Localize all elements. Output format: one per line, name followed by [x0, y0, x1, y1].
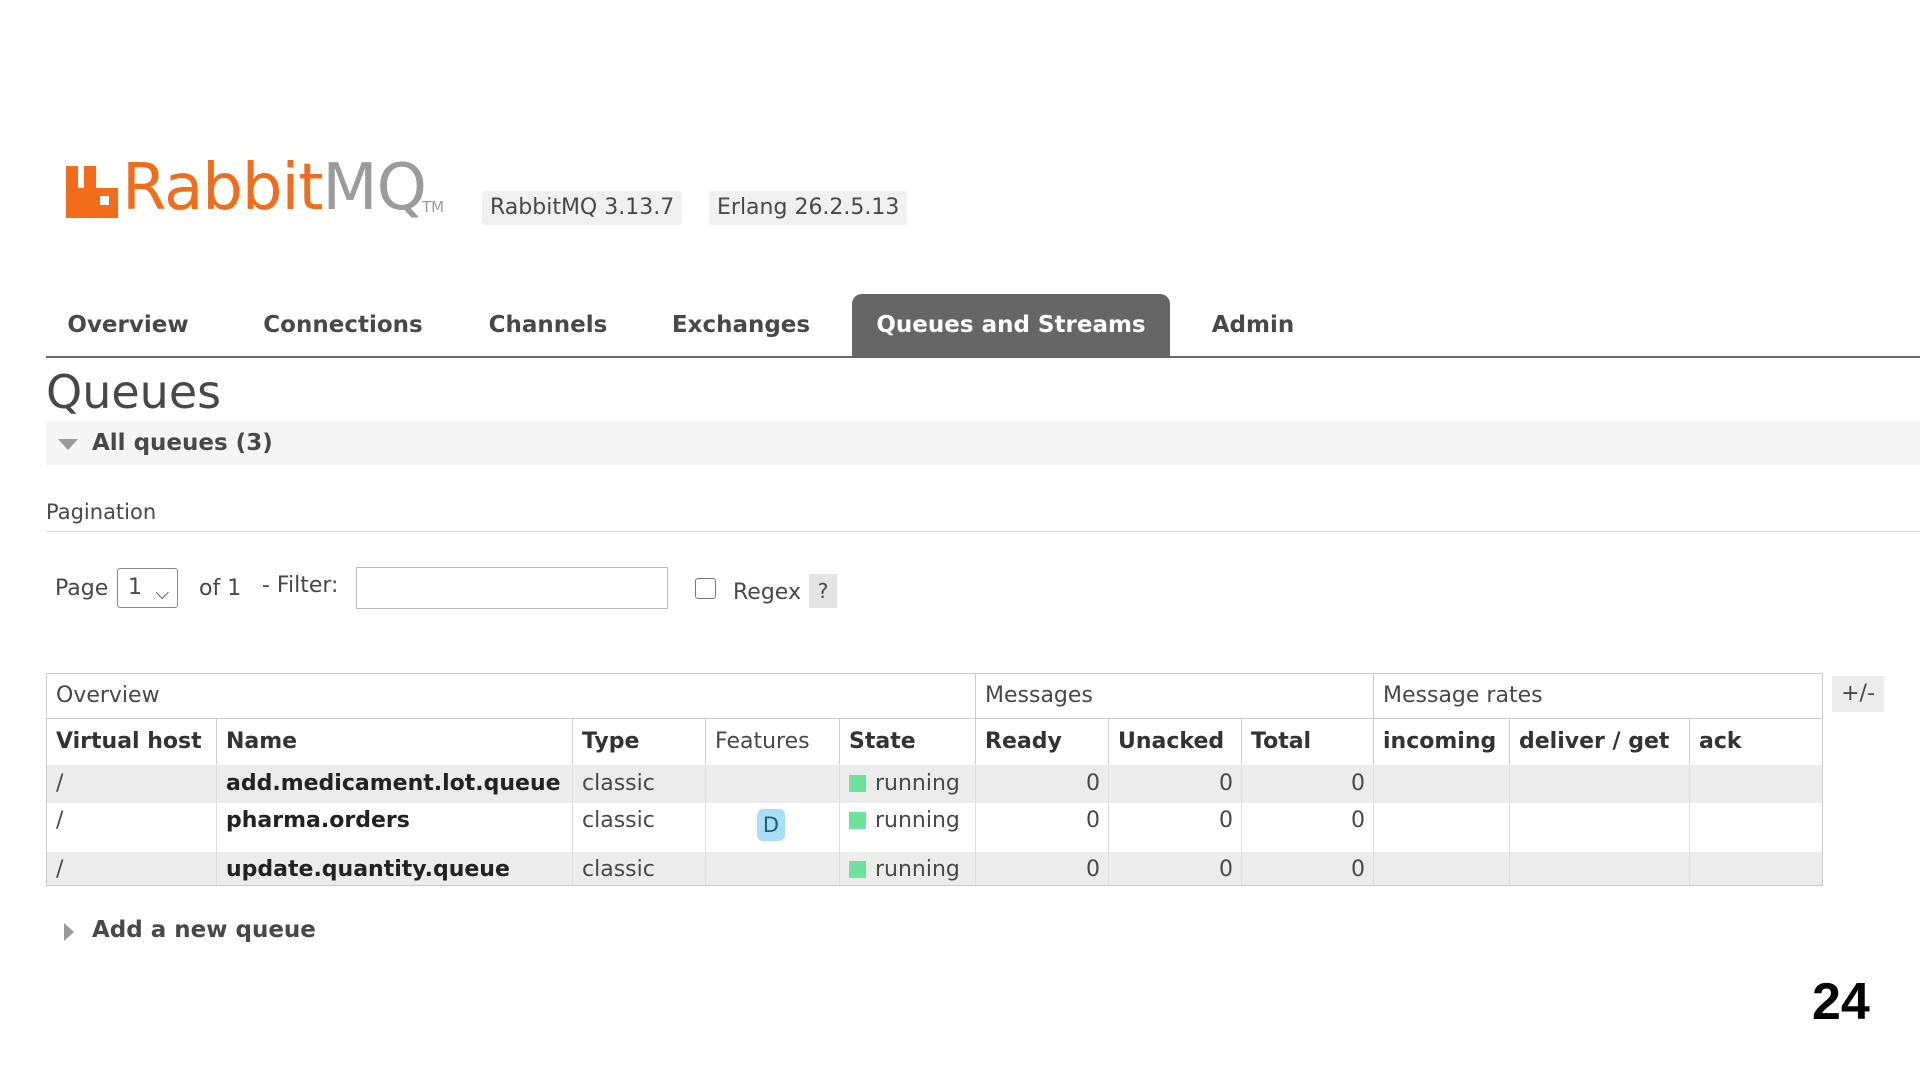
collapse-triangle-icon [58, 439, 78, 450]
cell-total: 0 [1242, 852, 1374, 885]
pagination-section-label: Pagination [46, 500, 157, 524]
cell-type: classic [573, 803, 706, 852]
filter-label: - Filter: [262, 573, 339, 598]
tab-connections[interactable]: Connections [256, 294, 430, 356]
tab-channels[interactable]: Channels [486, 294, 610, 356]
cell-incoming [1374, 852, 1510, 885]
cell-ack [1690, 765, 1822, 803]
column-header-ready[interactable]: Ready [976, 718, 1109, 764]
rabbitmq-version-badge: RabbitMQ 3.13.7 [482, 191, 683, 225]
cell-total: 0 [1242, 803, 1374, 852]
column-header-virtual-host[interactable]: Virtual host [47, 718, 217, 764]
logo-wordmark: RabbitMQ [122, 151, 427, 225]
page-select-value: 1 [128, 575, 142, 600]
cell-state: running [840, 765, 976, 803]
cell-ready: 0 [976, 852, 1109, 885]
state-indicator [849, 775, 866, 792]
group-header-messages: Messages [976, 674, 1374, 718]
group-header-message-rates: Message rates [1383, 683, 1543, 708]
pagination-divider [46, 531, 1920, 532]
regex-help-button[interactable]: ? [809, 574, 837, 608]
all-queues-label: All queues (3) [92, 430, 273, 456]
cell-incoming [1374, 765, 1510, 803]
expand-triangle-icon [64, 923, 74, 941]
cell-deliver-get [1510, 852, 1690, 885]
erlang-version-badge: Erlang 26.2.5.13 [709, 191, 908, 225]
tab-exchanges[interactable]: Exchanges [668, 294, 814, 356]
state-indicator [849, 812, 866, 829]
tab-overview[interactable]: Overview [64, 294, 192, 356]
chevron-down-icon: ⌵ [155, 583, 169, 604]
column-header-deliver-get[interactable]: deliver / get [1510, 718, 1690, 764]
cell-state: running [840, 803, 976, 852]
state-indicator [849, 861, 866, 878]
rabbitmq-logo: RabbitMQ TM [66, 152, 471, 226]
column-header-type[interactable]: Type [573, 718, 706, 764]
cell-unacked: 0 [1109, 852, 1242, 885]
regex-checkbox[interactable] [695, 578, 716, 599]
state-label: running [875, 808, 960, 833]
cell-type: classic [573, 765, 706, 803]
add-new-queue-label: Add a new queue [92, 917, 316, 943]
page-select[interactable]: 1 ⌵ [117, 568, 178, 608]
page-label: Page [55, 576, 109, 601]
cell-vhost: / [47, 803, 217, 852]
column-header-total[interactable]: Total [1242, 718, 1374, 764]
cell-ready: 0 [976, 803, 1109, 852]
queue-name-link[interactable]: pharma.orders [217, 803, 573, 852]
queue-name-link[interactable]: update.quantity.queue [217, 852, 573, 885]
cell-features [706, 852, 840, 885]
cell-vhost: / [47, 852, 217, 885]
logo-text-mq: MQ [322, 151, 427, 225]
cell-features: D [706, 803, 840, 852]
all-queues-section-toggle[interactable]: All queues (3) [46, 421, 1920, 465]
rabbit-logo-icon [66, 166, 118, 218]
cell-ack [1690, 803, 1822, 852]
cell-total: 0 [1242, 765, 1374, 803]
slide-number: 24 [1812, 973, 1870, 1031]
column-header-incoming[interactable]: incoming [1374, 718, 1510, 764]
regex-label: Regex [733, 580, 801, 605]
state-label: running [875, 857, 960, 882]
column-header-ack[interactable]: ack [1690, 718, 1822, 764]
cell-vhost: / [47, 765, 217, 803]
page-count-label: of 1 [199, 576, 242, 601]
column-header-name[interactable]: Name [217, 718, 573, 764]
cell-features [706, 765, 840, 803]
group-header-overview: Overview [47, 674, 976, 718]
cell-unacked: 0 [1109, 765, 1242, 803]
cell-state: running [840, 852, 976, 885]
column-header-unacked[interactable]: Unacked [1109, 718, 1242, 764]
page-title: Queues [46, 365, 222, 419]
tab-queues-and-streams[interactable]: Queues and Streams [852, 294, 1170, 356]
cell-unacked: 0 [1109, 803, 1242, 852]
tab-admin[interactable]: Admin [1208, 294, 1298, 356]
table-row: / pharma.orders classic D running 0 0 0 [47, 803, 1822, 852]
table-row: / update.quantity.queue classic running … [47, 852, 1822, 885]
cell-deliver-get [1510, 765, 1690, 803]
cell-ack [1690, 852, 1822, 885]
cell-type: classic [573, 852, 706, 885]
logo-text-rabbit: Rabbit [122, 151, 323, 225]
queue-name-link[interactable]: add.medicament.lot.queue [217, 765, 573, 803]
queues-table: Overview Messages Message rates Virtual … [46, 673, 1823, 886]
column-header-features: Features [706, 718, 840, 764]
column-header-state[interactable]: State [840, 718, 976, 764]
cell-deliver-get [1510, 803, 1690, 852]
cell-incoming [1374, 803, 1510, 852]
toggle-columns-button[interactable]: +/- [1832, 676, 1884, 712]
main-nav-tabs: Overview Connections Channels Exchanges … [46, 294, 1920, 358]
logo-trademark: TM [422, 198, 445, 216]
filter-input[interactable] [356, 567, 668, 609]
cell-ready: 0 [976, 765, 1109, 803]
table-row: / add.medicament.lot.queue classic runni… [47, 765, 1822, 803]
state-label: running [875, 771, 960, 796]
durable-feature-badge: D [757, 809, 785, 841]
